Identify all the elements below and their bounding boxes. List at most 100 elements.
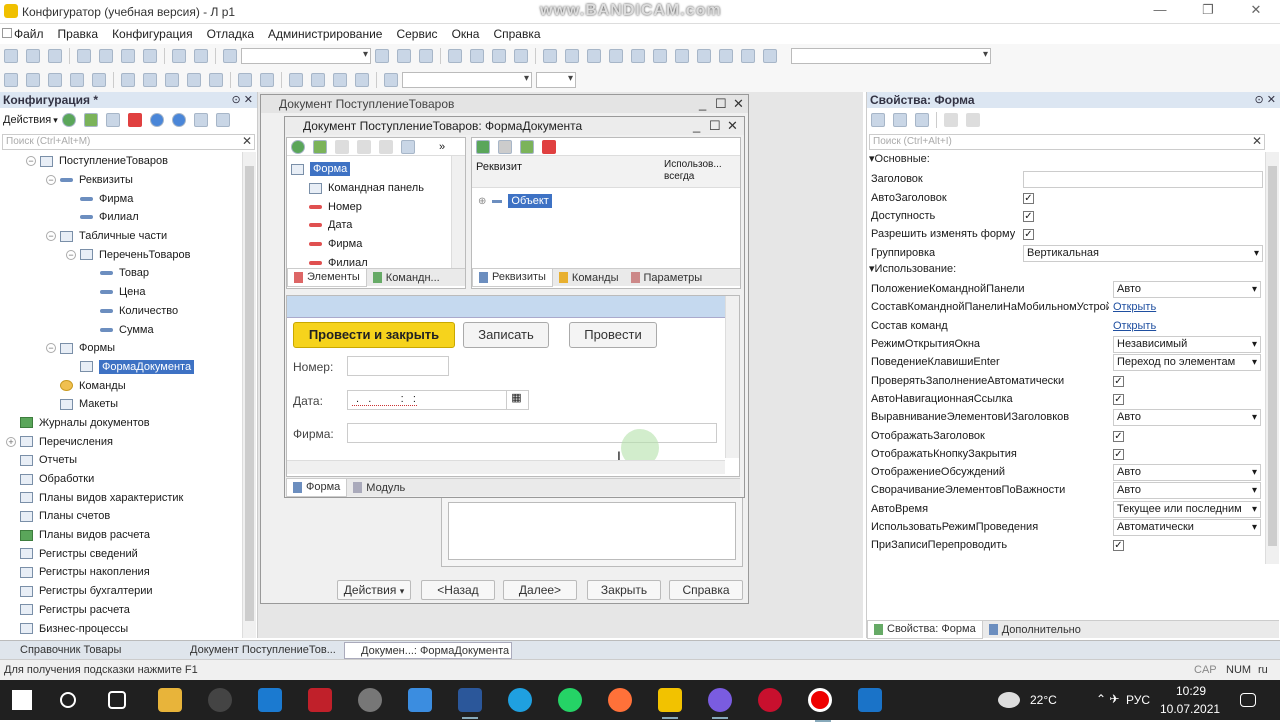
tree-item[interactable]: Регистры бухгалтерии — [0, 582, 242, 601]
window-icon-2[interactable] — [565, 49, 579, 63]
list-icon[interactable] — [70, 73, 84, 87]
minimize-button[interactable]: — — [1148, 2, 1172, 20]
menu-configuration[interactable]: Конфигурация — [112, 27, 193, 41]
close-doc-button[interactable]: Закрыть — [587, 580, 661, 600]
grid-icon[interactable] — [48, 73, 62, 87]
window-icon-10[interactable] — [741, 49, 755, 63]
shape-icon[interactable] — [187, 73, 201, 87]
expand-icon[interactable]: − — [66, 249, 76, 260]
cut-icon-2[interactable] — [143, 73, 157, 87]
attr-edit-icon[interactable] — [520, 139, 534, 154]
elements-scrollbar[interactable] — [451, 156, 465, 268]
el-more-icon[interactable]: » — [439, 141, 445, 153]
search-icon[interactable] — [60, 692, 76, 708]
doc-minimize-button[interactable]: _ — [699, 95, 706, 113]
config-search-input[interactable]: Поиск (Ctrl+Alt+M) ✕ — [2, 134, 255, 150]
expand-icon[interactable]: − — [46, 175, 56, 186]
tree-item[interactable]: − ПоступлениеТоваров — [0, 152, 242, 171]
window-icon[interactable] — [543, 49, 557, 63]
form-maximize-button[interactable]: ☐ — [709, 117, 721, 135]
align-center-icon[interactable] — [311, 73, 325, 87]
clock-date[interactable]: 10.07.2021 — [1160, 702, 1220, 716]
redo-icon[interactable] — [194, 49, 208, 63]
tab-additional[interactable]: Дополнительно — [983, 621, 1087, 639]
input-lang[interactable]: РУС — [1126, 693, 1150, 707]
date-field[interactable]: . . : : ▦ — [347, 390, 529, 410]
prop-checkbox[interactable]: ✓ — [1023, 192, 1034, 204]
props-filter-icon[interactable] — [915, 113, 929, 127]
clear-search-icon[interactable]: ✕ — [242, 134, 252, 148]
remote-icon[interactable] — [408, 688, 432, 712]
align-justify-icon[interactable] — [355, 73, 369, 87]
tab-commands-short[interactable]: Командн... — [367, 269, 446, 287]
preview-vscroll[interactable] — [725, 296, 739, 458]
prop-select[interactable]: Авто — [1113, 482, 1261, 500]
tree-item[interactable]: Команды — [0, 376, 242, 395]
font-combo[interactable] — [402, 72, 532, 88]
menu-file[interactable]: Файл — [14, 27, 44, 41]
categories-icon[interactable] — [893, 113, 907, 127]
move-down-icon[interactable] — [171, 113, 186, 127]
new-icon[interactable] — [4, 49, 18, 63]
table-icon[interactable] — [26, 73, 40, 87]
tab-properties[interactable]: Свойства: Форма — [867, 620, 983, 639]
attr-expand-icon[interactable]: ⊕ — [478, 196, 486, 207]
menu-debug[interactable]: Отладка — [207, 27, 254, 41]
dock-tab-catalog[interactable]: Справочник Товары — [4, 642, 170, 659]
tab-module[interactable]: Модуль — [347, 479, 411, 497]
tree-item[interactable]: Планы видов характеристик — [0, 488, 242, 507]
save-icon[interactable] — [48, 49, 62, 63]
tree-item[interactable]: Планы видов расчета — [0, 526, 242, 545]
record-icon[interactable] — [808, 688, 832, 722]
panel-controls[interactable]: ⊙ ✕ — [232, 92, 254, 108]
tray-icons[interactable]: ⌃ ✈ — [1096, 692, 1119, 706]
prop-select[interactable]: Переход по элементам — [1113, 354, 1261, 372]
clock-time[interactable]: 10:29 — [1176, 684, 1206, 698]
app-icon-3[interactable] — [758, 688, 782, 712]
expand-icon[interactable]: − — [46, 343, 56, 354]
post-button[interactable]: Провести — [569, 322, 657, 348]
preview-hscroll[interactable] — [287, 460, 725, 474]
filter-icon[interactable] — [215, 113, 230, 127]
prop-checkbox[interactable]: ✓ — [1113, 448, 1124, 460]
tree-item[interactable]: Филиал — [0, 208, 242, 227]
prop-checkbox[interactable]: ✓ — [1023, 229, 1034, 241]
tree-item[interactable]: Отчеты — [0, 451, 242, 470]
el-up-icon[interactable] — [357, 139, 371, 154]
task-view-icon[interactable] — [108, 691, 126, 709]
menu-edit[interactable]: Правка — [58, 27, 99, 41]
tree-item[interactable]: − ПереченьТоваров — [0, 245, 242, 264]
replace-icon[interactable] — [419, 49, 433, 63]
properties-search-input[interactable]: Поиск (Ctrl+Alt+I) ✕ — [869, 134, 1265, 150]
next-button[interactable]: Далее> — [503, 580, 577, 600]
doc-close-button[interactable]: ✕ — [733, 95, 744, 113]
prop-link[interactable]: Открыть — [1113, 320, 1156, 332]
format-icon[interactable] — [384, 73, 398, 87]
el-edit-icon[interactable] — [313, 139, 327, 154]
tree-item[interactable]: Обработки — [0, 470, 242, 489]
tree-item[interactable]: Сумма — [0, 320, 242, 339]
open-icon[interactable] — [26, 49, 40, 63]
sort-icon[interactable] — [193, 113, 208, 127]
props-clear-icon[interactable] — [944, 113, 958, 127]
dock-tab-document[interactable]: Документ ПоступлениеТов... — [174, 642, 340, 659]
form-element-item[interactable]: Командная панель — [291, 179, 451, 198]
tree-item[interactable]: Товар — [0, 264, 242, 283]
attr-add-icon[interactable] — [476, 139, 490, 154]
menu-help[interactable]: Справка — [493, 27, 540, 41]
info-icon[interactable] — [514, 49, 528, 63]
close-button[interactable]: ✕ — [1244, 2, 1268, 20]
add-icon[interactable] — [61, 113, 76, 127]
window-icon-3[interactable] — [587, 49, 601, 63]
menu-windows[interactable]: Окна — [452, 27, 480, 41]
start-icon[interactable] — [12, 690, 32, 710]
expand-icon[interactable]: − — [26, 156, 36, 167]
attr-copy-icon[interactable] — [498, 139, 512, 154]
tab-elements[interactable]: Элементы — [287, 268, 367, 287]
window-icon-5[interactable] — [631, 49, 645, 63]
copy-icon[interactable] — [99, 49, 113, 63]
window-icon-4[interactable] — [609, 49, 623, 63]
properties-scrollbar[interactable] — [1265, 152, 1279, 564]
prop-checkbox[interactable]: ✓ — [1113, 393, 1124, 405]
tab-commands[interactable]: Команды — [553, 269, 625, 287]
